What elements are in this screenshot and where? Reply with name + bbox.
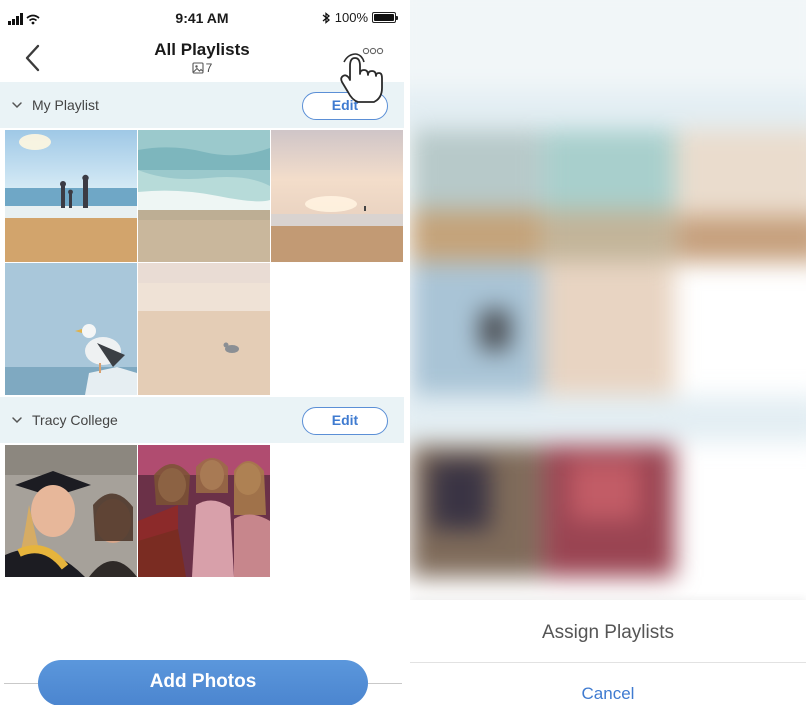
status-bar: 9:41 AM 100%	[0, 0, 404, 40]
status-right: 100%	[321, 10, 398, 25]
chevron-down-icon	[12, 102, 22, 109]
assign-playlist-screen: Assign Playlists Cancel	[410, 0, 806, 705]
seagull-on-post-photo[interactable]	[5, 263, 137, 395]
section-title: Tracy College	[32, 412, 118, 428]
playlists-screen: 9:41 AM 100% All Playlists 7 My Playlist…	[0, 0, 404, 705]
beach-sunset-photo[interactable]	[271, 130, 403, 262]
battery-percent: 100%	[334, 10, 368, 25]
photo-count-value: 7	[205, 61, 213, 75]
ocean-wave-photo[interactable]	[138, 130, 270, 262]
section-title: My Playlist	[32, 97, 99, 113]
tap-hand-icon	[340, 53, 383, 103]
divider	[368, 683, 402, 684]
blurred-background	[410, 0, 806, 620]
photo-icon	[192, 62, 204, 74]
family-at-beach-photo[interactable]	[5, 130, 137, 262]
bird-on-sand-photo[interactable]	[138, 263, 270, 395]
section-toggle[interactable]: My Playlist	[10, 82, 99, 128]
cancel-button[interactable]: Cancel	[410, 684, 806, 704]
battery-icon	[372, 12, 398, 23]
bluetooth-icon	[322, 11, 330, 24]
battery-level	[374, 14, 394, 21]
friends-selfie-photo[interactable]	[138, 445, 270, 577]
add-photos-button[interactable]: Add Photos	[38, 660, 368, 705]
action-sheet: Assign Playlists Cancel	[410, 600, 806, 705]
chevron-down-icon	[12, 417, 22, 424]
divider	[4, 683, 38, 684]
section-header-tracy-college: Tracy College Edit	[0, 397, 404, 443]
divider	[410, 662, 806, 663]
graduation-photo[interactable]	[5, 445, 137, 577]
assign-playlists-option[interactable]: Assign Playlists	[410, 622, 806, 644]
edit-button[interactable]: Edit	[302, 407, 388, 435]
section-toggle[interactable]: Tracy College	[10, 397, 118, 443]
